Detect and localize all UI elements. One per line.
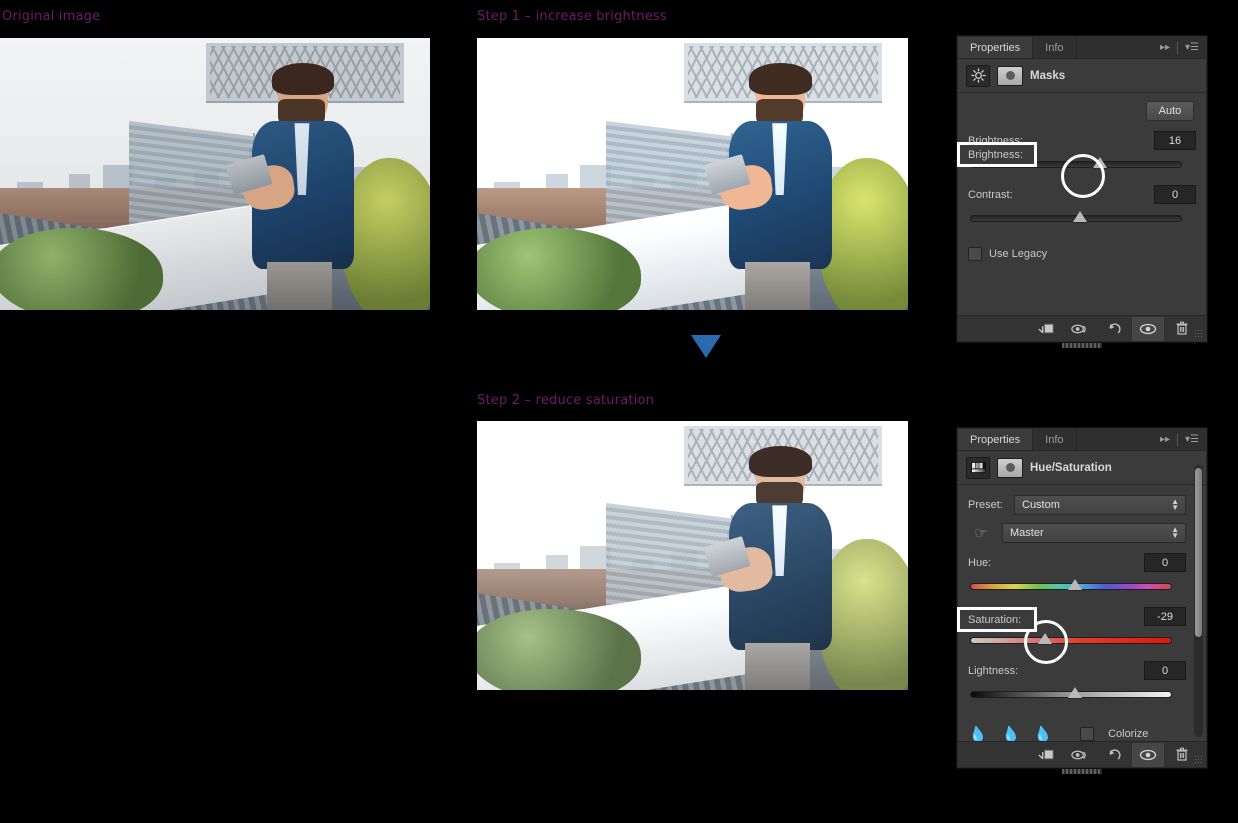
panel-menu-icon[interactable]: ▾☰ [1185, 434, 1199, 445]
preset-row: Preset: Custom ▲▼ [968, 495, 1186, 515]
contrast-value-field[interactable]: 0 [1154, 185, 1196, 204]
caption-step-2: Step 2 – reduce saturation [477, 393, 654, 408]
lightness-slider-row: Lightness: 0 [968, 665, 1186, 711]
photo-scene [477, 421, 908, 690]
saturation-value-field[interactable]: -29 [1144, 607, 1186, 626]
reset-adjustment-icon[interactable] [1098, 743, 1130, 767]
photo-scene [477, 38, 908, 310]
preset-value: Custom [1022, 499, 1060, 511]
panel-title: Masks [1030, 70, 1065, 82]
chevron-updown-icon: ▲▼ [1171, 527, 1179, 539]
chevron-updown-icon: ▲▼ [1171, 499, 1179, 511]
panel-title: Hue/Saturation [1030, 462, 1112, 474]
tabbar-divider [1177, 42, 1178, 54]
photo-step-1-brightened [477, 38, 908, 310]
panel-resize-grip[interactable] [1194, 329, 1204, 339]
hue-saturation-icon[interactable] [966, 457, 990, 479]
brightness-contrast-icon[interactable] [966, 65, 990, 87]
preset-label: Preset: [968, 499, 1006, 511]
panel-footer-toolbar [958, 741, 1206, 767]
view-previous-state-icon[interactable] [1064, 743, 1096, 767]
panel-resize-grip[interactable] [1194, 755, 1204, 765]
tabbar-spacer [1077, 429, 1153, 450]
photo-original-image [0, 38, 430, 310]
contrast-slider-thumb[interactable] [1073, 211, 1087, 222]
panel-drag-handle[interactable] [1062, 769, 1102, 774]
person-in-blue-blazer [249, 71, 361, 310]
caption-step-1: Step 1 – increase brightness [477, 9, 667, 24]
mask-dot [1006, 463, 1015, 472]
brightness-value-field[interactable]: 16 [1154, 131, 1196, 150]
triangle-down-icon [691, 335, 721, 358]
tab-properties[interactable]: Properties [958, 429, 1033, 450]
colorize-label: Colorize [1108, 728, 1148, 740]
on-image-adjustment-hand-icon[interactable]: ☞ [968, 524, 994, 542]
channel-value: Master [1010, 527, 1044, 539]
lightness-slider-thumb[interactable] [1068, 687, 1082, 698]
auto-button[interactable]: Auto [1146, 101, 1194, 121]
colorize-checkbox[interactable] [1080, 727, 1094, 741]
panel-tab-bar: Properties Info ▸▸ ▾☰ [958, 429, 1206, 451]
channel-row: ☞ Master ▲▼ [968, 523, 1186, 543]
double-chevron-right-icon[interactable]: ▸▸ [1160, 434, 1170, 445]
photo-step-2-desaturated [477, 421, 908, 690]
panel-footer-toolbar [958, 315, 1206, 341]
view-previous-state-icon[interactable] [1064, 317, 1096, 341]
clip-to-layer-icon[interactable] [1030, 317, 1062, 341]
panel-tab-icons: ▸▸ ▾☰ [1153, 429, 1206, 450]
highlight-ring-brightness-thumb [1061, 154, 1105, 198]
tab-info[interactable]: Info [1033, 429, 1076, 450]
hue-slider-thumb[interactable] [1068, 579, 1082, 590]
double-chevron-right-icon[interactable]: ▸▸ [1160, 42, 1170, 53]
hue-slider-row: Hue: 0 [968, 557, 1186, 603]
clip-to-layer-icon[interactable] [1030, 743, 1062, 767]
layer-mask-thumbnail-icon[interactable] [997, 66, 1023, 86]
toggle-visibility-eye-icon[interactable] [1132, 317, 1164, 341]
tab-info[interactable]: Info [1033, 37, 1076, 58]
panel-menu-icon[interactable]: ▾☰ [1185, 42, 1199, 53]
tabbar-spacer [1077, 37, 1153, 58]
mask-dot [1006, 71, 1015, 80]
toggle-visibility-eye-icon[interactable] [1132, 743, 1164, 767]
scrollbar-thumb[interactable] [1195, 468, 1202, 637]
use-legacy-row[interactable]: Use Legacy [968, 247, 1196, 261]
highlight-box-saturation: Saturation: [957, 607, 1037, 632]
reset-adjustment-icon[interactable] [1098, 317, 1130, 341]
photo-scene [0, 38, 430, 310]
panel-tab-icons: ▸▸ ▾☰ [1153, 37, 1206, 58]
use-legacy-label: Use Legacy [989, 248, 1047, 260]
tabbar-divider [1177, 434, 1178, 446]
tab-properties[interactable]: Properties [958, 37, 1033, 58]
use-legacy-checkbox[interactable] [968, 247, 982, 261]
panel-drag-handle[interactable] [1062, 343, 1102, 348]
highlight-box-brightness: Brightness: [957, 142, 1037, 167]
panel-scrollbar[interactable] [1194, 465, 1203, 737]
saturation-slider-track[interactable] [970, 637, 1172, 644]
layer-mask-thumbnail-icon[interactable] [997, 458, 1023, 478]
panel-header: Masks [958, 59, 1206, 93]
lightness-value-field[interactable]: 0 [1144, 661, 1186, 680]
channel-dropdown[interactable]: Master ▲▼ [1002, 523, 1186, 543]
properties-panel-hue-saturation: Properties Info ▸▸ ▾☰ Hue/Saturation P [957, 428, 1207, 768]
panel-tab-bar: Properties Info ▸▸ ▾☰ [958, 37, 1206, 59]
hue-value-field[interactable]: 0 [1144, 553, 1186, 572]
caption-original-image: Original image [2, 9, 100, 24]
properties-panel-brightness-contrast: Properties Info ▸▸ ▾☰ Masks [957, 36, 1207, 342]
preset-dropdown[interactable]: Custom ▲▼ [1014, 495, 1186, 515]
panel-header: Hue/Saturation [958, 451, 1206, 485]
